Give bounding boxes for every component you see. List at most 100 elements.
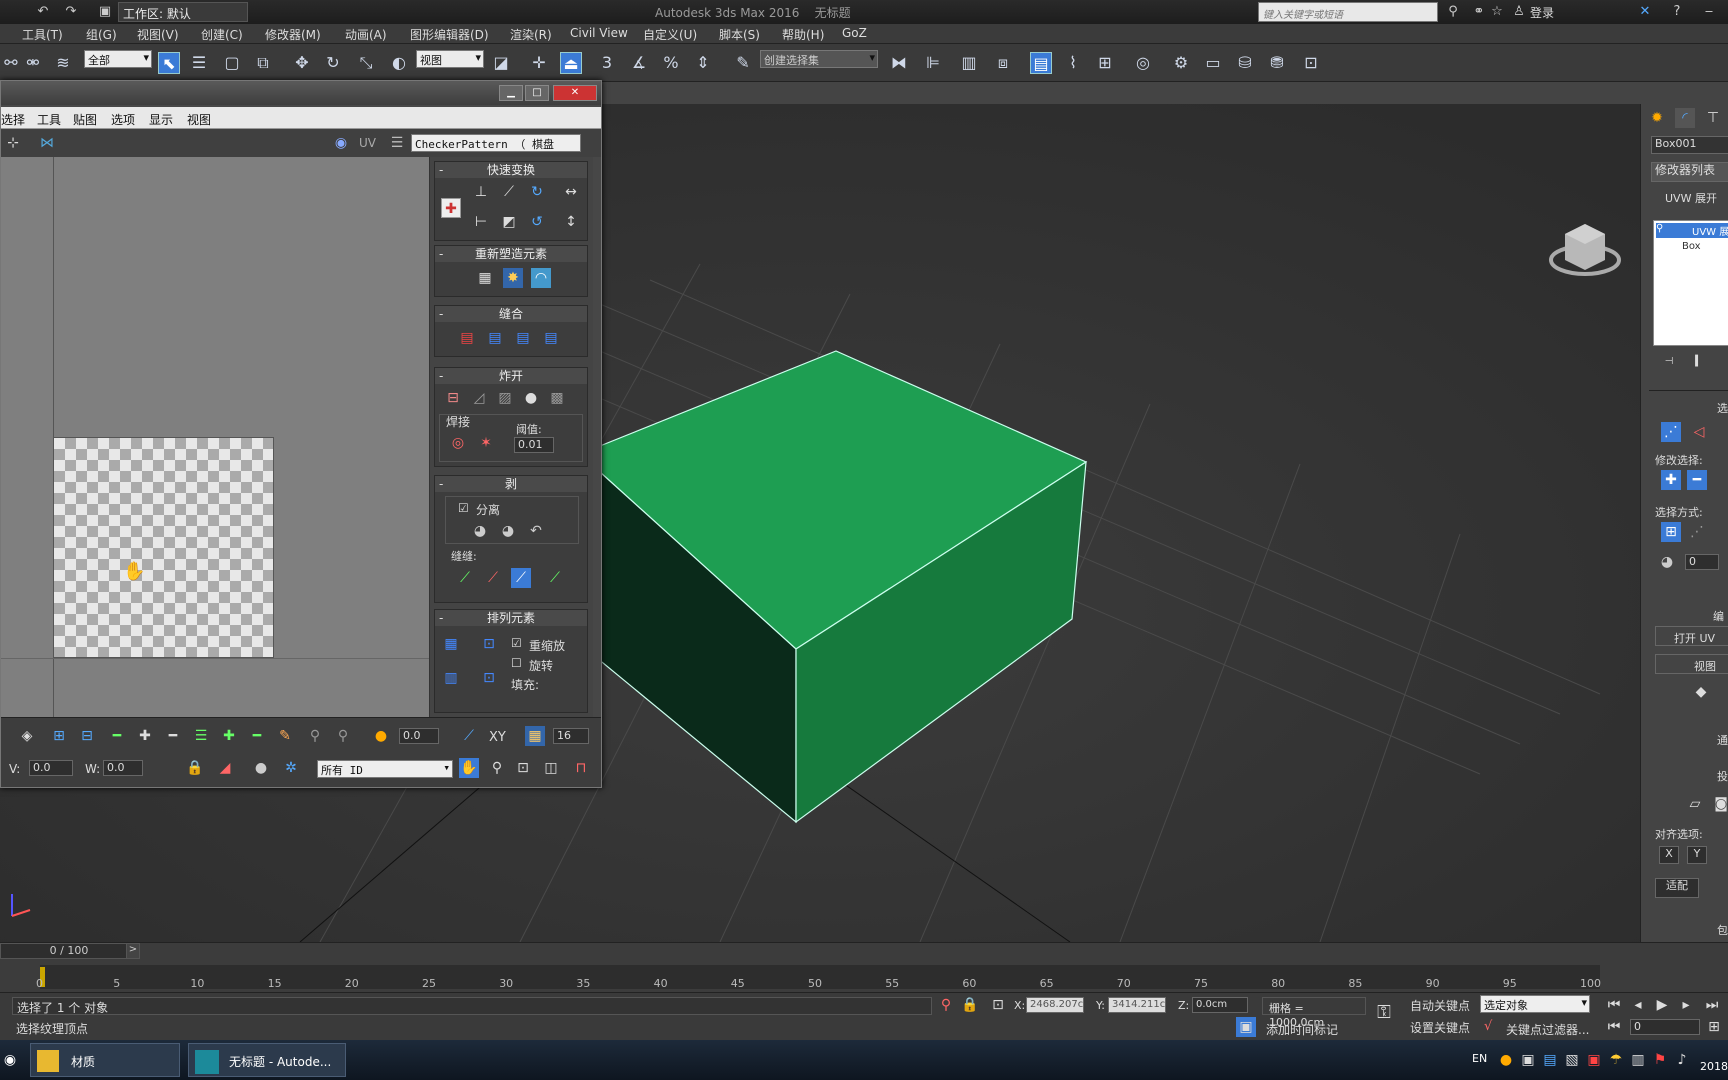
modifier-list-dropdown[interactable]: 修改器列表 [1651, 162, 1728, 182]
snap-icon[interactable]: ✲ [281, 758, 301, 778]
edge-select-icon[interactable]: ◁ [1689, 422, 1709, 442]
freeform-icon[interactable]: ✚ [441, 198, 461, 218]
peel-mode-icon[interactable]: ◕ [498, 521, 518, 541]
channel-rollout-title[interactable]: 通 [1717, 732, 1728, 748]
rotate-icon[interactable]: ↻ [322, 52, 344, 74]
rotate-minus90-icon[interactable]: ↺ [527, 212, 547, 232]
layer-explorer-icon[interactable]: ⧈ [992, 52, 1014, 74]
key-mode-toggle-icon[interactable]: ⏮ [1604, 1017, 1624, 1037]
vertex-select-icon[interactable]: ⋰ [1661, 422, 1681, 442]
detach-checkbox[interactable]: ☑ [458, 501, 469, 515]
named-selection-set-dropdown[interactable]: 创建选择集 [760, 50, 878, 68]
stitch-custom-icon[interactable]: ▤ [541, 328, 561, 348]
star-icon[interactable]: ☆ [1488, 3, 1506, 21]
time-config-icon[interactable]: ⊞ [1704, 1017, 1724, 1037]
start-icon[interactable]: ◉ [0, 1050, 20, 1070]
menu-customize[interactable]: 自定义(U) [643, 26, 697, 43]
tray-icon-4[interactable]: ▧ [1562, 1050, 1582, 1070]
select-by-edge-icon[interactable]: ⋰ [1687, 522, 1707, 542]
time-tag-icon[interactable]: ▣ [1236, 1017, 1256, 1037]
tray-icon-5[interactable]: ▣ [1584, 1050, 1604, 1070]
rollout-title-stitch[interactable]: 缝合 [435, 306, 587, 322]
rendered-frame-icon[interactable]: ▭ [1202, 52, 1224, 74]
ring-grow-icon[interactable]: ✚ [219, 726, 239, 746]
communication-icon[interactable]: ⚭ [1470, 3, 1488, 21]
open-uv-editor-button[interactable]: 打开 UV [1655, 626, 1728, 646]
reference-coordinate-dropdown[interactable]: 视图 [416, 50, 484, 68]
falloff-type-icon[interactable]: ⟋ [459, 726, 479, 746]
uvw-menu-options[interactable]: 选项 [111, 111, 135, 128]
scale-icon[interactable]: ⤡ [355, 52, 377, 74]
menu-create[interactable]: 创建(C) [201, 26, 243, 43]
point-to-point-seam-icon[interactable]: ⟋ [483, 568, 503, 588]
render-activeshade-icon[interactable]: ⊡ [1300, 52, 1322, 74]
loop-icon[interactable]: ☰ [191, 726, 211, 746]
stack-box[interactable]: Box [1682, 241, 1701, 252]
bind-space-warp-icon[interactable]: ≋ [52, 52, 74, 74]
menu-scripting[interactable]: 脚本(S) [719, 26, 760, 43]
edit-uvs-rollout-title[interactable]: 编 [1713, 608, 1724, 624]
previous-frame-icon[interactable]: ◂ [1628, 995, 1648, 1015]
expand-seam-icon[interactable]: ⟋ [545, 568, 565, 588]
render-production-icon[interactable]: ⛁ [1234, 52, 1256, 74]
selected-object-dropdown[interactable]: 选定对象 [1480, 995, 1590, 1013]
ring-shrink-icon[interactable]: ━ [247, 726, 267, 746]
isolate-selection-icon[interactable]: ⚲ [936, 995, 956, 1015]
pin-stack-icon[interactable]: ⊣ [1659, 352, 1679, 372]
user-icon[interactable]: ♙ [1510, 3, 1528, 21]
space-horizontal-icon[interactable]: ↔ [561, 182, 581, 202]
spinner-snap-icon[interactable]: ⇕ [692, 52, 714, 74]
weld-target-icon[interactable]: ◎ [448, 433, 468, 453]
go-to-end-icon[interactable]: ⏭ [1702, 995, 1722, 1015]
stitch-to-target-icon[interactable]: ▤ [457, 328, 477, 348]
edge-distance-spinner[interactable]: 16 [553, 728, 589, 744]
flatten-by-polygon-icon[interactable]: ◿ [469, 388, 489, 408]
threshold-spinner[interactable]: 0.01 [514, 437, 554, 453]
rollout-title-explode[interactable]: 炸开 [435, 368, 587, 384]
pan-tool-icon[interactable]: ✋ [459, 758, 479, 778]
tray-icon-2[interactable]: ▣ [1518, 1050, 1538, 1070]
menu-goz[interactable]: GoZ [842, 26, 867, 40]
soft-selection-icon[interactable]: ● [371, 726, 391, 746]
hierarchy-tab-icon[interactable]: ⊤ [1703, 108, 1723, 128]
quick-planar-map-icon[interactable]: ◆ [1691, 682, 1711, 702]
window-minimize-button[interactable]: ▁ [499, 85, 523, 101]
key-mode-icon[interactable]: ⚿ [1374, 1003, 1394, 1023]
uvw-menu-display[interactable]: 显示 [149, 111, 173, 128]
pack-together-icon[interactable]: ⊡ [479, 668, 499, 688]
v-spinner[interactable]: 0.0 [29, 760, 73, 776]
add-time-tag-button[interactable]: 添加时间标记 [1266, 1021, 1386, 1039]
redo-icon[interactable]: ↷ [62, 3, 80, 21]
network-icon[interactable]: ▥ [1628, 1050, 1648, 1070]
volume-icon[interactable]: ♪ [1672, 1050, 1692, 1070]
auto-key-button[interactable]: 自动关键点 [1410, 997, 1476, 1015]
select-by-element-icon[interactable]: ⊞ [1661, 522, 1681, 542]
menu-modifiers[interactable]: 修改器(M) [265, 26, 321, 43]
uvw-menu-tools[interactable]: 工具 [37, 111, 61, 128]
material-editor-icon[interactable]: ◎ [1132, 52, 1154, 74]
break-icon[interactable]: ⊟ [443, 388, 463, 408]
relax-icon[interactable]: ✸ [503, 268, 523, 288]
place-icon[interactable]: ◐ [388, 52, 410, 74]
move-icon[interactable]: ✥ [291, 52, 313, 74]
menu-views[interactable]: 视图(V) [137, 26, 179, 43]
tray-icon-6[interactable]: ☂ [1606, 1050, 1626, 1070]
clock[interactable]: 2018 [1700, 1060, 1728, 1073]
selection-rollout-title[interactable]: 选 [1717, 400, 1728, 416]
snaps-toggle-icon[interactable]: 3 [596, 52, 618, 74]
pack-normalize-icon[interactable]: ▦ [441, 634, 461, 654]
time-slider-next-icon[interactable]: > [126, 943, 140, 959]
flatten-custom-icon[interactable]: ▩ [547, 388, 567, 408]
menu-help[interactable]: 帮助(H) [782, 26, 824, 43]
align-x-button[interactable]: X [1659, 846, 1679, 864]
rescale-checkbox[interactable]: ☑ [511, 636, 522, 650]
unlink-icon[interactable]: ⚮ [22, 52, 44, 74]
shrink-selection-panel-icon[interactable]: ━ [1687, 470, 1707, 490]
space-vertical-icon[interactable]: ↕ [561, 212, 581, 232]
reset-peel-icon[interactable]: ↶ [526, 521, 546, 541]
modify-tab-icon[interactable]: ◜ [1675, 108, 1695, 128]
y-coordinate-field[interactable]: 3414.211c [1108, 997, 1166, 1013]
tray-icon-3[interactable]: ▤ [1540, 1050, 1560, 1070]
window-maximize-button[interactable]: □ [525, 85, 549, 101]
align-linear-icon[interactable]: ⟋ [499, 182, 519, 202]
